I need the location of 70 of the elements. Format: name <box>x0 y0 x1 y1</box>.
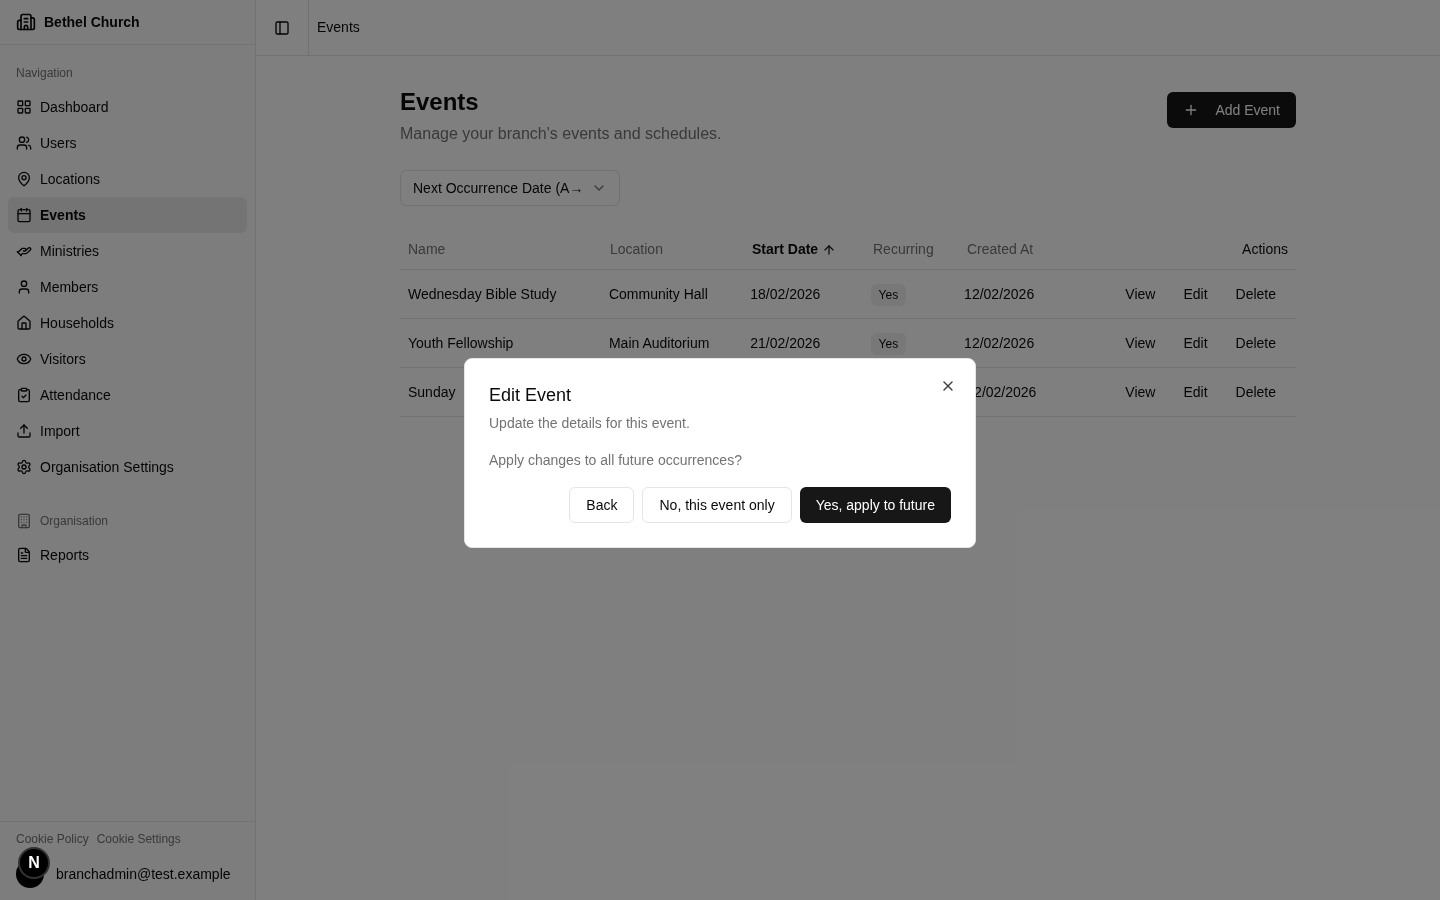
sidebar-toggle-icon[interactable] <box>274 19 290 36</box>
nav-item[interactable]: Import <box>8 413 247 449</box>
nav-item[interactable]: Reports <box>8 537 247 573</box>
organisation-name: Bethel Church <box>44 12 140 32</box>
map-pin-icon <box>16 171 32 187</box>
document-icon <box>16 547 32 563</box>
nav-item[interactable]: Organisation Settings <box>8 449 247 485</box>
footer-link[interactable]: Cookie Policy <box>16 830 89 848</box>
page-subtitle: Manage your branch's events and schedules. <box>400 124 722 144</box>
row-action-button[interactable]: Edit <box>1171 277 1220 311</box>
column-header[interactable]: Actions <box>1242 239 1288 260</box>
grid-icon <box>16 99 32 115</box>
user-email: branchadmin@test.example <box>56 864 231 884</box>
section-label: Navigation <box>16 65 73 82</box>
user-icon <box>16 279 32 295</box>
dialog-button[interactable]: Yes, apply to future <box>799 487 951 523</box>
dialog-button[interactable]: Back <box>569 487 635 523</box>
table-cell: 21/02/2026 <box>750 334 821 351</box>
dialog-title: Edit Event <box>489 384 572 407</box>
house-icon <box>16 315 32 331</box>
row-action-button[interactable]: Delete <box>1223 277 1288 311</box>
building-icon <box>16 513 32 529</box>
dialog-question: Apply changes to all future occurrences? <box>489 451 743 470</box>
row-action-button[interactable]: Delete <box>1223 326 1288 360</box>
sort-select[interactable]: Next Occurrence Date (A→ <box>400 170 620 206</box>
nav-item[interactable]: Ministries <box>8 233 247 269</box>
event-name: Sunday <box>408 383 456 400</box>
nav-item[interactable]: Visitors <box>8 341 247 377</box>
dialog-description: Update the details for this event. <box>489 414 691 433</box>
upload-icon <box>16 423 32 439</box>
table-cell: 12/02/2026 <box>964 334 1035 351</box>
nav-item[interactable]: Households <box>8 305 247 341</box>
column-header[interactable]: Location <box>610 239 663 260</box>
row-action-button[interactable]: View <box>1113 277 1168 311</box>
page-title: Events <box>400 87 480 117</box>
calendar-icon <box>16 207 32 223</box>
recurring-badge: Yes <box>870 283 907 306</box>
table-cell: Main Auditorium <box>608 334 710 351</box>
row-action-button[interactable]: Edit <box>1171 326 1220 360</box>
row-action-button[interactable]: View <box>1113 326 1168 360</box>
table-cell: 18/02/2026 <box>750 285 821 302</box>
section-label: Organisation <box>40 513 109 530</box>
building-icon <box>16 12 36 32</box>
nav-item[interactable]: Members <box>8 269 247 305</box>
row-action-button[interactable]: Delete <box>1223 375 1288 409</box>
column-header[interactable]: Created At <box>967 239 1034 260</box>
dialog-button[interactable]: No, this event only <box>642 487 792 523</box>
recurring-badge: Yes <box>870 332 907 355</box>
row-action-button[interactable]: Edit <box>1171 375 1220 409</box>
nav-item[interactable]: Users <box>8 125 247 161</box>
column-header[interactable]: Name <box>408 239 446 260</box>
footer-link[interactable]: Cookie Settings <box>96 830 181 848</box>
clipboard-check-icon <box>16 387 32 403</box>
nav-item[interactable]: Events <box>8 197 247 233</box>
breadcrumb: Events <box>317 18 360 37</box>
table-cell: 12/02/2026 <box>964 285 1035 302</box>
nav-item[interactable]: Dashboard <box>8 89 247 125</box>
nav-item[interactable]: Attendance <box>8 377 247 413</box>
nav-item[interactable]: Locations <box>8 161 247 197</box>
table-cell: 2/02/2026 <box>974 383 1037 400</box>
add-event-button[interactable]: Add Event <box>1167 92 1296 128</box>
column-header[interactable]: Start Date <box>752 239 837 260</box>
event-name: Youth Fellowship <box>408 334 514 351</box>
column-header[interactable]: Recurring <box>873 239 934 260</box>
table-cell: Community Hall <box>608 285 708 302</box>
eye-icon <box>16 351 32 367</box>
row-action-button[interactable]: View <box>1113 375 1168 409</box>
users-icon <box>16 135 32 151</box>
event-name: Wednesday Bible Study <box>408 285 557 302</box>
settings-icon <box>16 459 32 475</box>
